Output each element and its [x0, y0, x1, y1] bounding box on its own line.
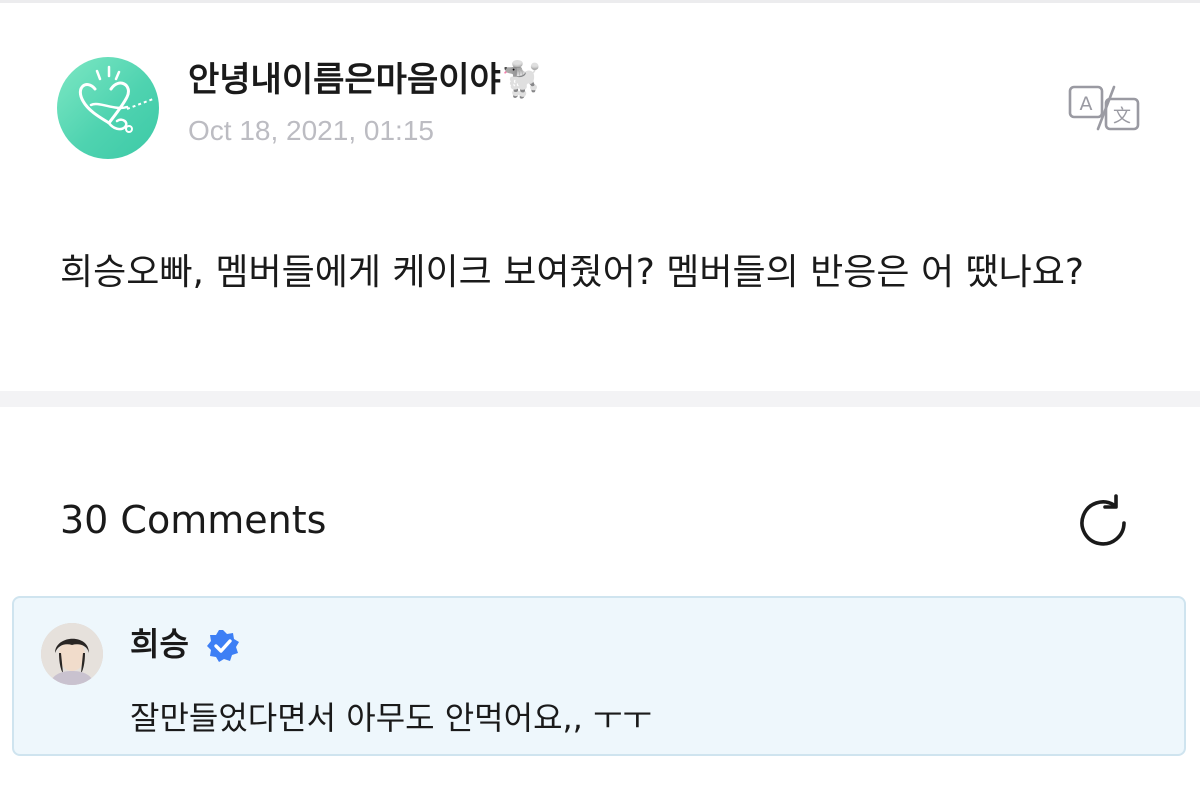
refresh-icon [1080, 494, 1126, 546]
post-body-text: 희승오빠, 멤버들에게 케이크 보여줬어? 멤버들의 반응은 어 땠나요? [60, 252, 1085, 293]
verified-badge-icon [206, 629, 240, 663]
comments-count-heading: 30 Comments [60, 498, 327, 542]
post-container: 안녕내이름은마음이야🐩 Oct 18, 2021, 01:15 A 文 희승오빠… [0, 3, 1200, 391]
comment-item[interactable]: 희승 잘만들었다면서 아무도 안먹어요,, ㅜㅜ [12, 596, 1186, 756]
section-divider [0, 391, 1200, 407]
translate-icon: A 文 [1068, 85, 1140, 131]
refresh-comments-button[interactable] [1072, 492, 1134, 554]
author-avatar[interactable] [57, 57, 159, 159]
comment-body-text: 잘만들었다면서 아무도 안먹어요,, ㅜㅜ [130, 699, 652, 737]
svg-text:A: A [1080, 93, 1093, 115]
post-date: Oct 18, 2021, 01:15 [188, 115, 434, 146]
comment-avatar[interactable] [41, 623, 103, 685]
svg-text:文: 文 [1113, 106, 1131, 127]
post-author-name[interactable]: 안녕내이름은마음이야🐩 [188, 58, 543, 102]
comment-author-name[interactable]: 희승 [130, 622, 189, 666]
heart-scribble-icon [78, 65, 154, 133]
translate-button[interactable]: A 文 [1064, 81, 1144, 135]
profile-photo-icon [41, 623, 103, 685]
